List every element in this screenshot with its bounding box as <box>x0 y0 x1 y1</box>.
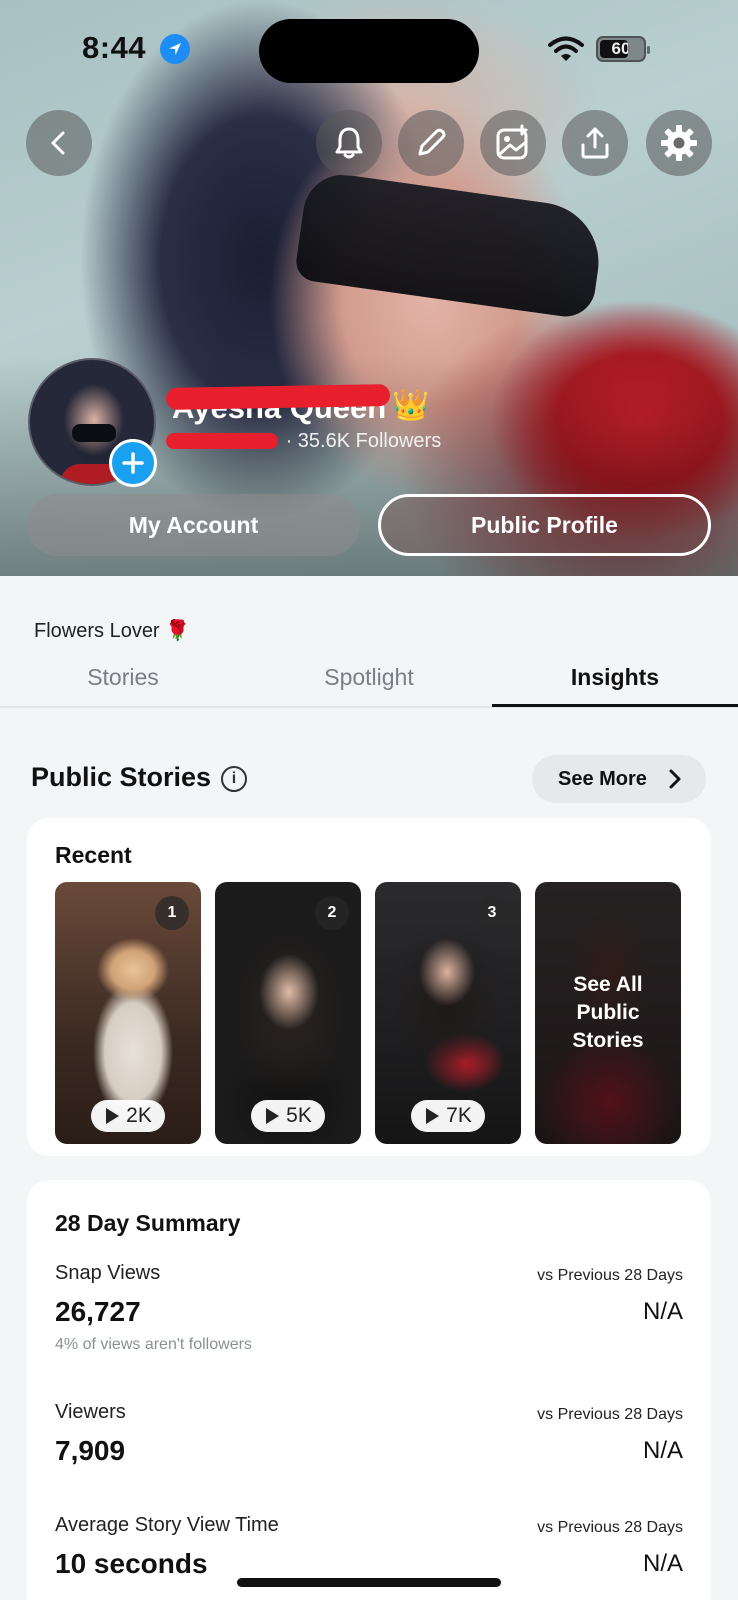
story-rank-badge: 3 <box>475 896 509 930</box>
public-stories-title: Public Stories <box>31 762 212 792</box>
location-arrow-icon <box>160 34 190 64</box>
profile-tabs: Stories Spotlight Insights <box>0 648 738 708</box>
summary-title: 28 Day Summary <box>55 1210 241 1236</box>
back-button[interactable] <box>26 110 92 176</box>
followers-separator: · <box>285 430 293 452</box>
recent-title: Recent <box>55 842 132 868</box>
story-rank-badge: 2 <box>315 896 349 930</box>
share-button[interactable] <box>562 110 628 176</box>
story-thumbnail[interactable]: 2 5K <box>215 882 361 1144</box>
vs-value: N/A <box>642 1298 683 1325</box>
tab-insights[interactable]: Insights <box>492 664 738 691</box>
vs-label: vs Previous 28 Days <box>537 1519 683 1536</box>
bio-text: Flowers Lover 🌹 <box>34 620 191 642</box>
my-account-button[interactable]: My Account <box>27 494 360 556</box>
change-photo-button[interactable] <box>480 110 546 176</box>
see-all-public-stories-tile[interactable]: See All Public Stories <box>535 882 681 1144</box>
story-thumbnail[interactable]: 1 2K <box>55 882 201 1144</box>
story-views-pill: 7K <box>411 1100 485 1132</box>
stat-label-avg-view-time: Average Story View Time <box>55 1514 279 1536</box>
wifi-icon <box>548 36 584 61</box>
add-story-button[interactable] <box>109 439 157 487</box>
notifications-button[interactable] <box>316 110 382 176</box>
tab-spotlight[interactable]: Spotlight <box>246 664 492 691</box>
battery-level: 60 <box>611 39 631 58</box>
play-icon <box>266 1108 280 1124</box>
stat-note-snap-views: 4% of views aren't followers <box>55 1336 252 1353</box>
stat-value-snap-views: 26,727 <box>55 1296 141 1327</box>
banner-photo-detail <box>293 169 607 321</box>
story-views-pill: 5K <box>251 1100 325 1132</box>
redaction-mark <box>165 384 391 410</box>
stat-label-viewers: Viewers <box>55 1401 126 1423</box>
image-icon <box>496 124 528 160</box>
crown-emoji: 👑 <box>392 389 430 422</box>
status-time: 8:44 <box>82 30 147 65</box>
stat-label-snap-views: Snap Views <box>55 1262 161 1284</box>
pencil-icon <box>418 128 446 156</box>
story-view-count: 5K <box>286 1104 312 1127</box>
plus-icon <box>122 452 144 474</box>
gear-icon <box>661 125 697 161</box>
info-icon[interactable]: i <box>221 766 247 792</box>
stat-value-avg-view-time: 10 seconds <box>55 1548 208 1579</box>
chevron-right-icon <box>669 769 681 789</box>
stat-value-viewers: 7,909 <box>55 1435 126 1466</box>
edit-button[interactable] <box>398 110 464 176</box>
bell-icon <box>335 127 363 159</box>
vs-label: vs Previous 28 Days <box>537 1406 683 1423</box>
home-indicator[interactable] <box>237 1578 501 1587</box>
vs-value: N/A <box>642 1550 683 1577</box>
summary-card: 28 Day Summary <box>27 1180 711 1600</box>
story-thumbnail[interactable]: 3 7K <box>375 882 521 1144</box>
story-rank-badge: 1 <box>155 896 189 930</box>
profile-banner <box>0 0 738 576</box>
story-view-count: 2K <box>126 1104 152 1127</box>
redaction-mark <box>166 433 278 449</box>
see-more-label: See More <box>558 767 647 790</box>
settings-button[interactable] <box>646 110 712 176</box>
see-more-button[interactable]: See More <box>532 755 706 803</box>
public-profile-button[interactable]: Public Profile <box>378 494 711 556</box>
tab-stories[interactable]: Stories <box>0 664 246 691</box>
see-all-public-stories-label: See All Public Stories <box>535 882 681 1144</box>
active-tab-indicator <box>492 704 738 707</box>
dynamic-island <box>259 19 479 83</box>
battery-icon: 60 <box>596 36 650 62</box>
play-icon <box>106 1108 120 1124</box>
story-views-pill: 2K <box>91 1100 165 1132</box>
story-view-count: 7K <box>446 1104 472 1127</box>
chevron-left-icon <box>51 131 65 155</box>
play-icon <box>426 1108 440 1124</box>
share-upload-icon <box>581 127 609 159</box>
vs-value: N/A <box>642 1437 683 1464</box>
vs-label: vs Previous 28 Days <box>537 1267 683 1284</box>
followers-count[interactable]: 35.6K Followers <box>298 430 441 452</box>
